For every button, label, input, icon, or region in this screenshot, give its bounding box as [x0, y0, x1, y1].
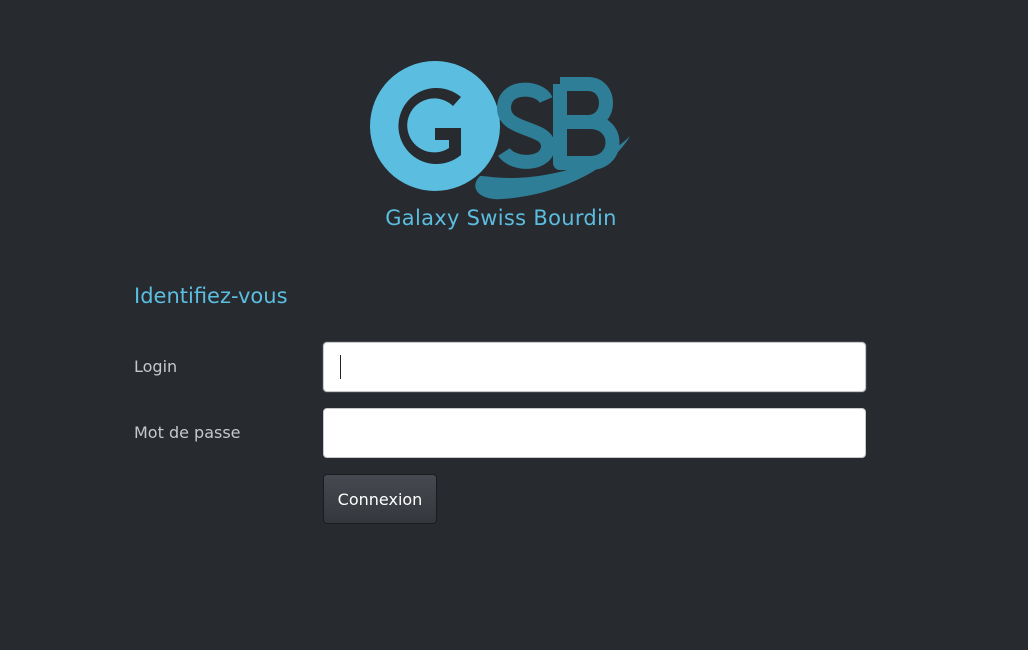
- text-cursor: [340, 355, 341, 379]
- login-label: Login: [134, 357, 178, 376]
- connexion-button[interactable]: Connexion: [323, 474, 437, 524]
- password-label: Mot de passe: [134, 423, 241, 442]
- brand-name: Galaxy Swiss Bourdin: [385, 206, 617, 230]
- login-heading: Identifiez-vous: [134, 284, 288, 308]
- gsb-logo-mark: [370, 61, 630, 200]
- gsb-logo: Galaxy Swiss Bourdin: [368, 60, 634, 236]
- password-input[interactable]: [323, 408, 866, 458]
- login-input[interactable]: [323, 342, 866, 392]
